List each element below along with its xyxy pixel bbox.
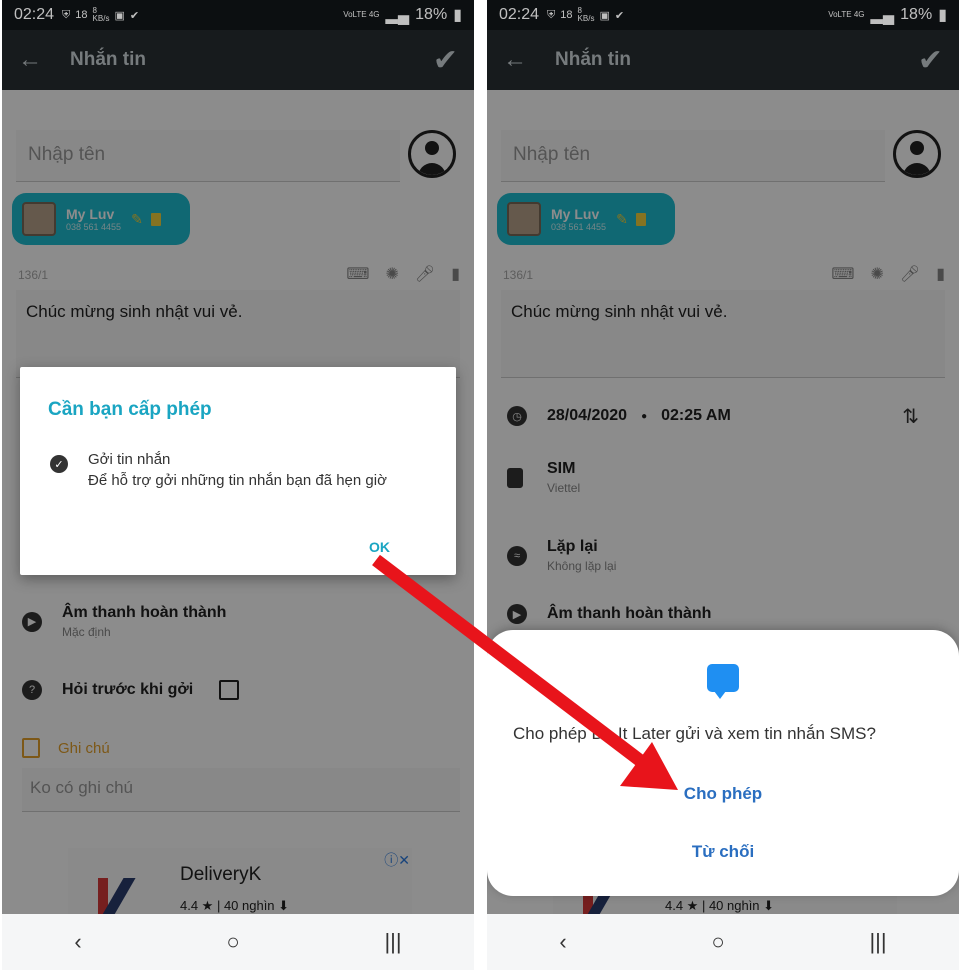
- permission-item: ✓ Gởi tin nhắn Để hỗ trợ gởi những tin n…: [50, 451, 387, 489]
- permission-dialog: Cần bạn cấp phép ✓ Gởi tin nhắn Để hỗ tr…: [20, 367, 456, 575]
- message-bubble-icon: [707, 664, 739, 699]
- check-circle-icon: ✓: [50, 455, 68, 473]
- nav-recents-icon[interactable]: |||: [869, 929, 886, 955]
- nav-back-icon[interactable]: ‹: [559, 929, 566, 955]
- allow-button[interactable]: Cho phép: [487, 784, 959, 804]
- system-nav-bar: ‹ ○ |||: [2, 914, 474, 970]
- phone-screen-left: 02:24 ⛨ 18 8 KB/s ▣ ✔ VoLTE 4G ▂▄ 18% ▮ …: [2, 0, 474, 970]
- top-scrim: [2, 0, 474, 90]
- nav-recents-icon[interactable]: |||: [384, 929, 401, 955]
- sms-permission-sheet: Cho phép Do It Later gửi và xem tin nhắn…: [487, 630, 959, 896]
- phone-screen-right: 02:24 ⛨ 18 8 KB/s ▣ ✔ VoLTE 4G ▂▄ 18% ▮ …: [487, 0, 959, 970]
- system-nav-bar: ‹ ○ |||: [487, 914, 959, 970]
- deny-button[interactable]: Từ chối: [487, 842, 959, 862]
- nav-home-icon[interactable]: ○: [226, 929, 239, 955]
- nav-back-icon[interactable]: ‹: [74, 929, 81, 955]
- permission-item-desc: Để hỗ trợ gởi những tin nhắn bạn đã hẹn …: [88, 472, 387, 489]
- dialog-title: Cần bạn cấp phép: [48, 399, 212, 420]
- top-scrim: [487, 0, 959, 90]
- nav-home-icon[interactable]: ○: [711, 929, 724, 955]
- dialog-ok-button[interactable]: OK: [369, 539, 390, 555]
- permission-item-title: Gởi tin nhắn: [88, 451, 171, 468]
- permission-question: Cho phép Do It Later gửi và xem tin nhắn…: [513, 724, 876, 743]
